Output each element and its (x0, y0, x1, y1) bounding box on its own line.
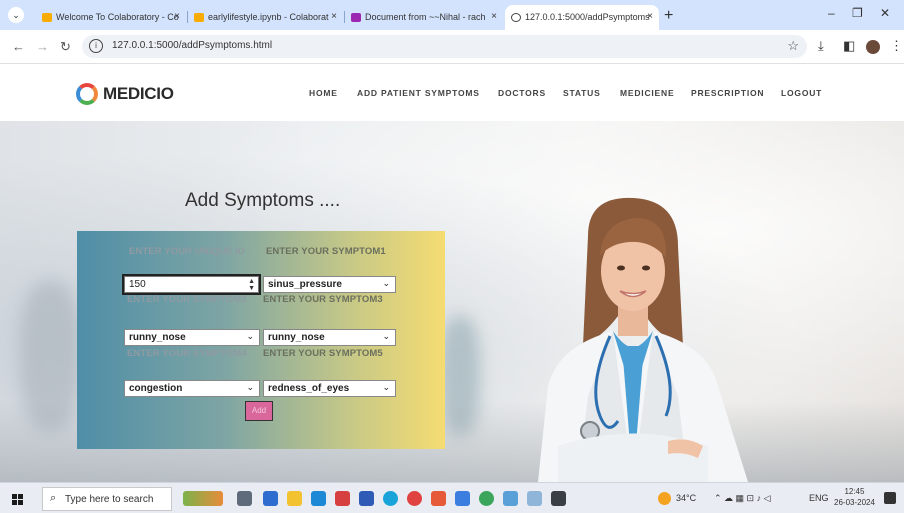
windows-start-icon[interactable] (12, 494, 23, 505)
notification-icon[interactable] (884, 492, 896, 504)
app-icon[interactable] (527, 491, 542, 506)
chevron-down-icon: ⌄ (246, 331, 254, 341)
chevron-down-icon: ⌄ (382, 278, 390, 288)
logo-ring-icon (76, 83, 98, 105)
add-button[interactable]: Add (245, 401, 273, 421)
nav-mediciene[interactable]: MEDICIENE (620, 88, 674, 98)
chevron-down-icon: ⌄ (382, 382, 390, 392)
document-icon (351, 13, 361, 22)
browser-tab[interactable]: Welcome To Colaboratory - Co × (36, 5, 186, 30)
bookmark-star-icon[interactable]: ☆ (787, 38, 799, 54)
taskbar-clock[interactable]: 12:45 26-03-2024 (834, 486, 875, 508)
colab-icon (42, 13, 52, 22)
close-window-icon[interactable]: ✕ (880, 6, 890, 20)
nav-prescription[interactable]: PRESCRIPTION (691, 88, 764, 98)
url-text[interactable]: 127.0.0.1:5000/addPsymptoms.html (112, 40, 272, 51)
tray-icons[interactable]: ⌃ ☁ ▦ ⊡ ♪ ◁ (714, 493, 771, 504)
app-icon[interactable] (551, 491, 566, 506)
symptom2-select[interactable]: runny_nose ⌄ (124, 329, 260, 346)
tab-close-icon[interactable]: × (491, 11, 497, 22)
nav-status[interactable]: STATUS (563, 88, 601, 98)
search-icon: ⌕ (50, 492, 57, 504)
profile-avatar[interactable] (866, 40, 880, 54)
temperature: 34°C (676, 493, 697, 503)
app-icon[interactable] (335, 491, 350, 506)
hero-section: Add Symptoms .... ENTER YOUR UNIQUE ID E… (0, 121, 904, 482)
minimize-icon[interactable]: – (828, 6, 835, 20)
download-icon[interactable]: ⤓ (818, 38, 824, 54)
label-symptom2: ENTER YOUR SYMPTOM2 (127, 294, 247, 305)
symptom4-select[interactable]: congestion ⌄ (124, 380, 260, 397)
tab-search-chevron-icon[interactable]: ⌄ (8, 7, 24, 23)
language-indicator[interactable]: ENG (809, 493, 829, 503)
nav-add-patient-symptoms[interactable]: ADD PATIENT SYMPTOMS (357, 88, 480, 98)
label-unique-id: ENTER YOUR UNIQUE ID (129, 246, 245, 257)
browser-tab[interactable]: earlylifestyle.ipynb - Colaborat × (188, 5, 343, 30)
chrome-icon[interactable] (479, 491, 494, 506)
symptom3-select[interactable]: runny_nose ⌄ (263, 329, 396, 346)
taskbar-search[interactable]: ⌕ Type here to search (42, 487, 172, 511)
nav-home[interactable]: HOME (309, 88, 338, 98)
app-icon[interactable] (503, 491, 518, 506)
app-l-icon[interactable] (359, 491, 374, 506)
address-toolbar: ← → ↻ i 127.0.0.1:5000/addPsymptoms.html… (0, 30, 904, 64)
side-panel-icon[interactable]: ◧ (843, 38, 855, 54)
tab-close-icon[interactable]: × (331, 11, 337, 22)
tab-close-icon[interactable]: × (174, 11, 180, 22)
task-view-icon[interactable] (237, 491, 252, 506)
globe-icon (511, 13, 521, 22)
browser-tab[interactable]: Document from ~~Nihal - rach × (345, 5, 503, 30)
symptom5-select[interactable]: redness_of_eyes ⌄ (263, 380, 396, 397)
app-icon[interactable] (431, 491, 446, 506)
edge-icon[interactable] (383, 491, 398, 506)
mail-icon[interactable] (311, 491, 326, 506)
symptom1-select[interactable]: sinus_pressure ⌄ (263, 276, 396, 293)
label-symptom1: ENTER YOUR SYMPTOM1 (266, 246, 386, 257)
weather-sun-icon[interactable] (658, 492, 671, 505)
url-bar[interactable]: i 127.0.0.1:5000/addPsymptoms.html ☆ (82, 35, 807, 58)
back-arrow-icon[interactable]: ← (12, 39, 25, 54)
label-symptom3: ENTER YOUR SYMPTOM3 (263, 294, 383, 305)
reload-icon[interactable]: ↻ (60, 39, 71, 55)
tab-close-icon[interactable]: × (647, 11, 653, 22)
site-logo[interactable]: MEDICIO (76, 81, 174, 107)
page-title: Add Symptoms .... (185, 190, 341, 211)
nav-doctors[interactable]: DOCTORS (498, 88, 546, 98)
nav-logout[interactable]: LOGOUT (781, 88, 822, 98)
number-spinner-icon[interactable]: ▲ ▼ (248, 278, 255, 292)
weather-widget-icon[interactable] (183, 491, 223, 506)
chevron-down-icon: ⌄ (382, 331, 390, 341)
site-info-icon[interactable]: i (89, 39, 103, 53)
store-icon[interactable] (263, 491, 278, 506)
colab-icon (194, 13, 204, 22)
doctor-illustration (538, 197, 748, 482)
symptoms-form: ENTER YOUR UNIQUE ID ENTER YOUR SYMPTOM1… (77, 231, 445, 449)
new-tab-icon[interactable]: + (664, 7, 673, 25)
word-icon[interactable] (455, 491, 470, 506)
label-symptom4: ENTER YOUR SYMPTOM4 (127, 348, 247, 359)
chevron-down-icon: ⌄ (246, 382, 254, 392)
opera-icon[interactable] (407, 491, 422, 506)
restore-icon[interactable]: ❐ (852, 6, 863, 20)
unique-id-field[interactable]: 150 ▲ ▼ (122, 274, 261, 295)
label-symptom5: ENTER YOUR SYMPTOM5 (263, 348, 383, 359)
forward-arrow-icon[interactable]: → (36, 39, 49, 54)
kebab-menu-icon[interactable]: ⋮ (890, 38, 903, 54)
site-header: MEDICIO HOME ADD PATIENT SYMPTOMS DOCTOR… (0, 64, 904, 121)
browser-tab-strip: ⌄ Welcome To Colaboratory - Co × earlyli… (0, 0, 904, 30)
windows-taskbar: ⌕ Type here to search 34°C ⌃ ☁ ▦ ⊡ ♪ ◁ E… (0, 482, 904, 513)
file-explorer-icon[interactable] (287, 491, 302, 506)
browser-tab-active[interactable]: 127.0.0.1:5000/addPsymptoms × (505, 5, 659, 30)
